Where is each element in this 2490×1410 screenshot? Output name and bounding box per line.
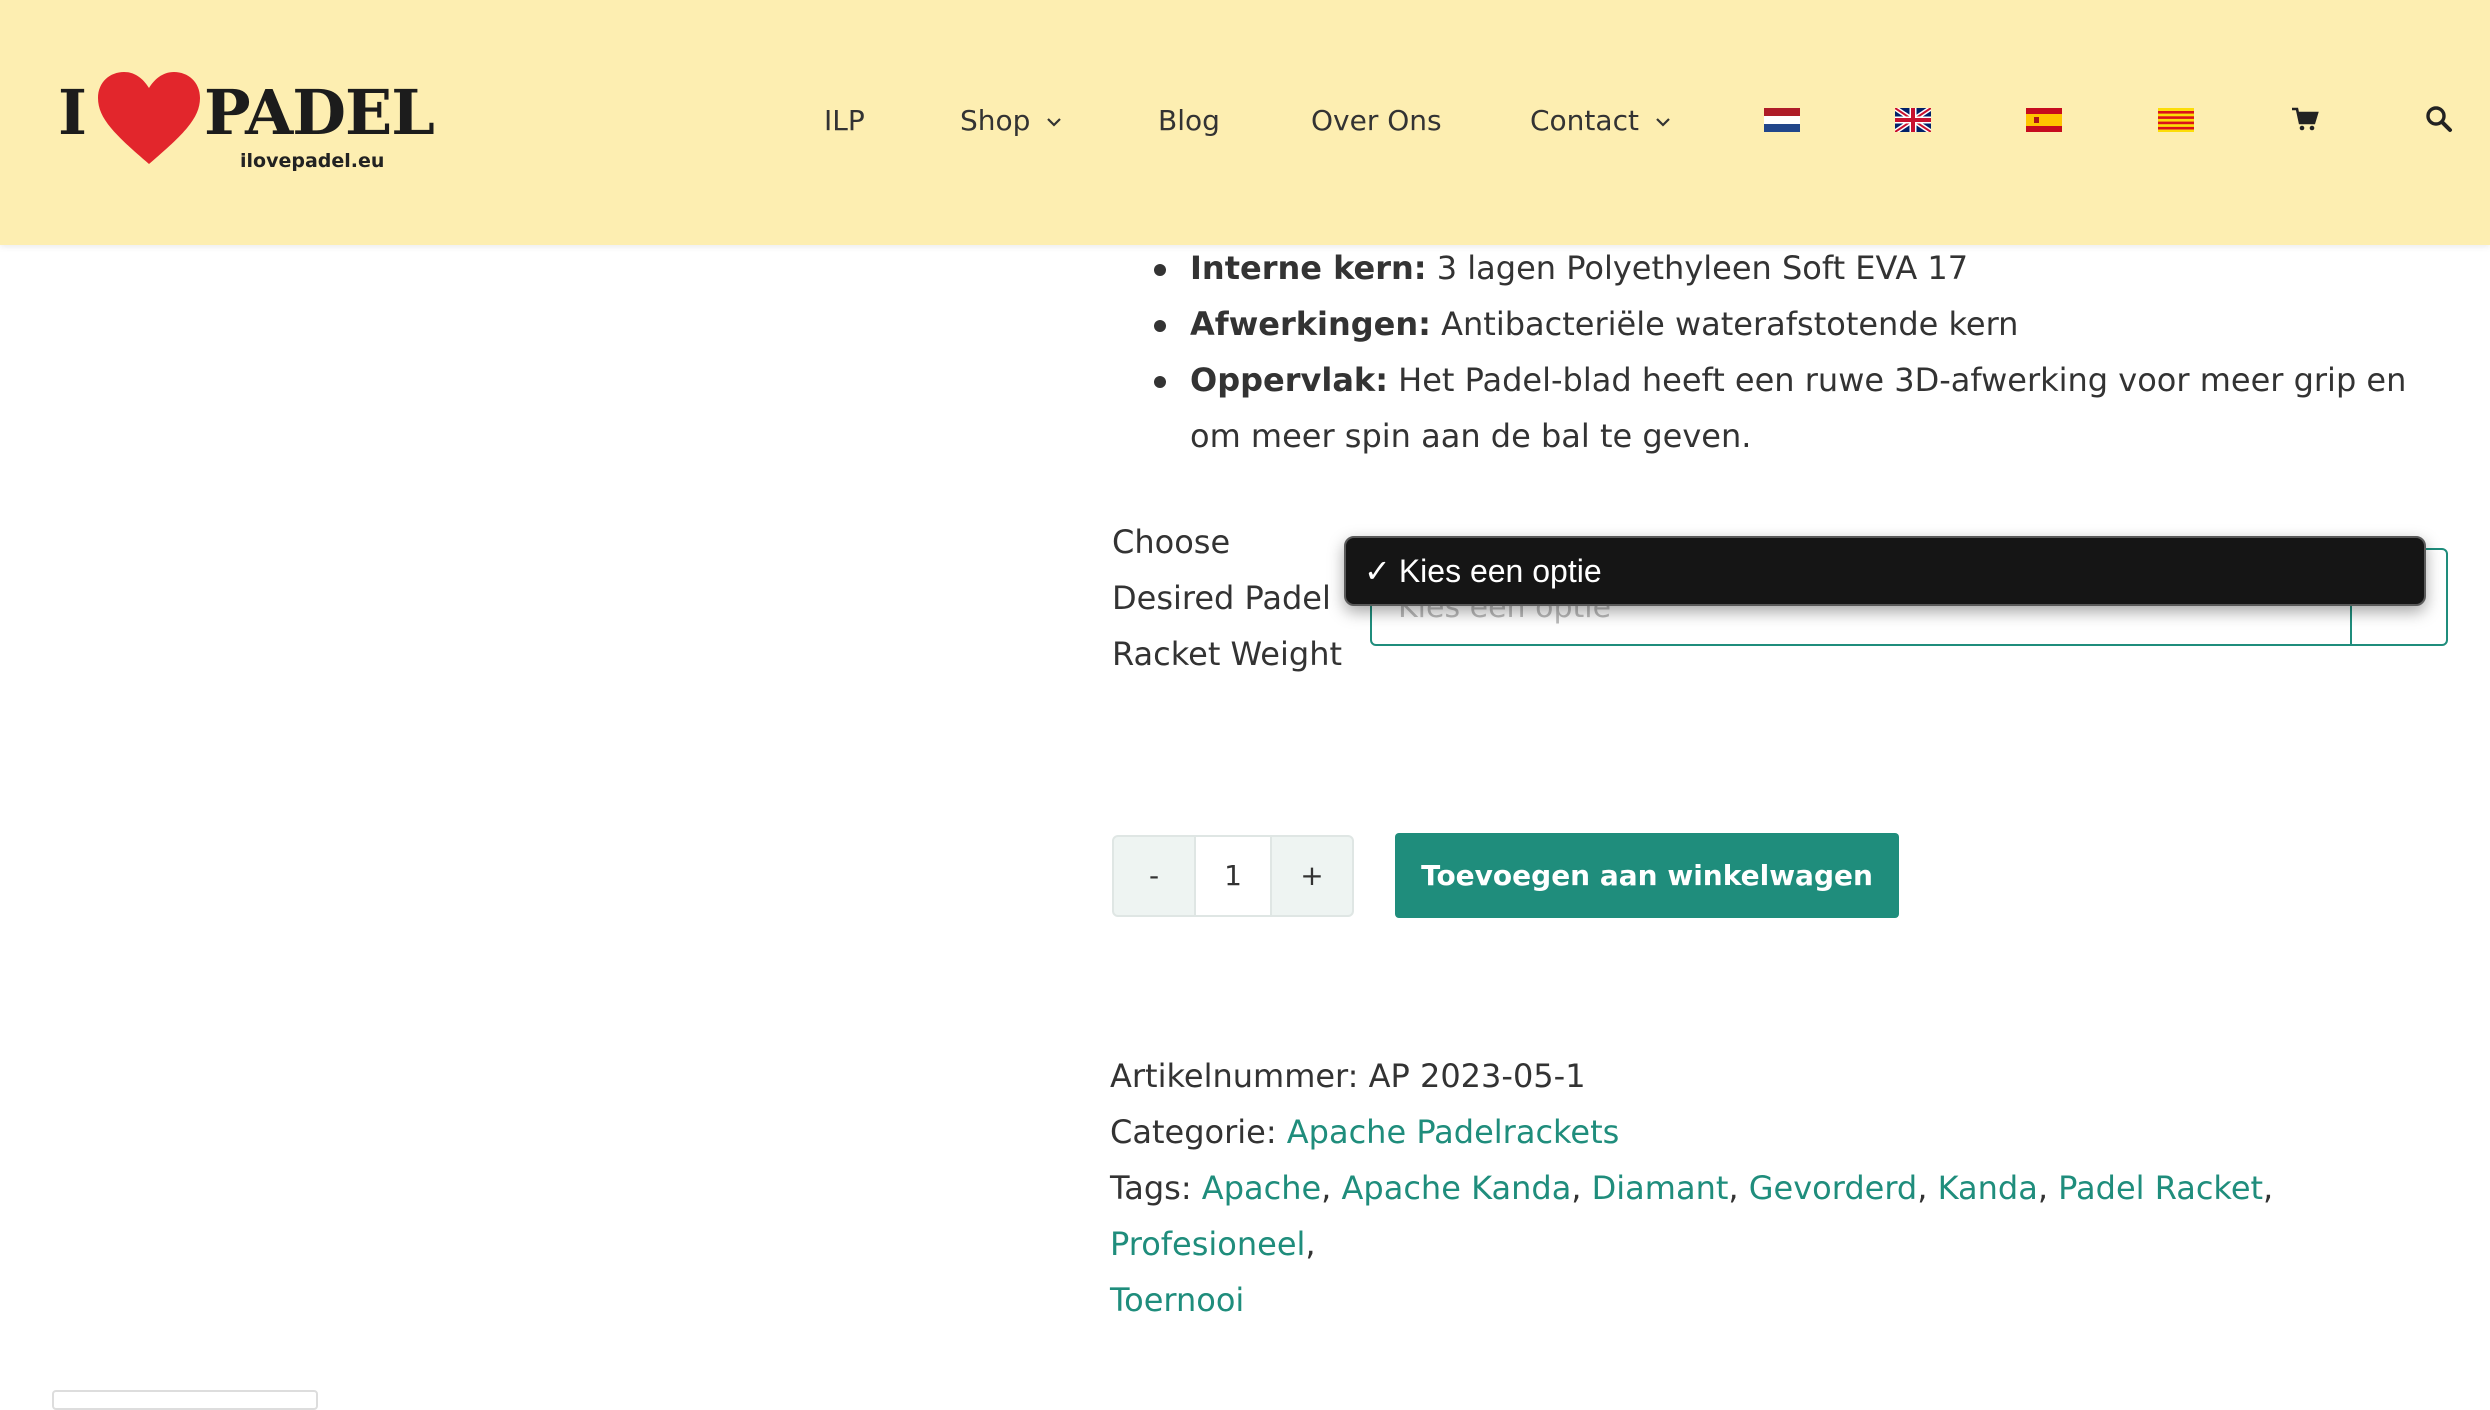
list-item: Oppervlak: Het Padel-blad heeft een ruwe… <box>1150 352 2450 464</box>
nav-item-over-ons[interactable]: Over Ons <box>1311 96 1442 146</box>
spec-label: Afwerkingen: <box>1190 305 1431 343</box>
tag-link[interactable]: Kanda <box>1938 1169 2038 1207</box>
search-icon[interactable] <box>2424 104 2454 134</box>
checkmark-icon: ✓ <box>1364 553 1391 589</box>
sku-value: AP 2023-05-1 <box>1368 1057 1586 1095</box>
nav-label: Contact <box>1530 104 1639 137</box>
quantity-increase-button[interactable]: + <box>1272 837 1352 915</box>
site-header: I PADEL ilovepadel.eu ILP Shop Blog Over… <box>0 0 2490 245</box>
nav-item-contact[interactable]: Contact <box>1530 96 1671 146</box>
tag-link[interactable]: Diamant <box>1592 1169 1729 1207</box>
quantity-stepper: - 1 + <box>1112 835 1354 917</box>
select-dropdown-option[interactable]: ✓ Kies een optie <box>1344 536 2426 606</box>
bottom-tab-edge <box>52 1390 318 1410</box>
tag-link[interactable]: Toernooi <box>1110 1281 1244 1319</box>
cart-icon[interactable] <box>2290 104 2320 134</box>
nav-label: Shop <box>960 104 1031 137</box>
option-label: Kies een optie <box>1398 553 1602 589</box>
chevron-down-icon <box>1047 118 1062 127</box>
spec-value: 3 lagen Polyethyleen Soft EVA 17 <box>1426 249 1969 287</box>
tag-link[interactable]: Profesioneel <box>1110 1225 1305 1263</box>
quantity-input[interactable]: 1 <box>1194 837 1272 915</box>
list-item: Afwerkingen: Antibacteriële waterafstote… <box>1150 296 2450 352</box>
tag-link[interactable]: Gevorderd <box>1749 1169 1918 1207</box>
quantity-decrease-button[interactable]: - <box>1114 837 1194 915</box>
category-label: Categorie: <box>1110 1113 1277 1151</box>
bullet-dot <box>1154 376 1166 388</box>
tag-link[interactable]: Apache <box>1202 1169 1321 1207</box>
spain-flag[interactable] <box>2026 108 2062 132</box>
weight-select-label: Choose Desired Padel Racket Weight <box>1112 523 1343 673</box>
nav-label: ILP <box>824 104 865 137</box>
spec-value: Antibacteriële waterafstotende kern <box>1430 305 2019 343</box>
sku-label: Artikelnummer: <box>1110 1057 1359 1095</box>
category-link[interactable]: Apache Padelrackets <box>1287 1113 1620 1151</box>
uk-flag[interactable] <box>1895 108 1931 132</box>
spec-label: Oppervlak: <box>1190 361 1388 399</box>
bullet-dot <box>1154 320 1166 332</box>
catalonia-flag[interactable] <box>2158 108 2194 132</box>
add-to-cart-button[interactable]: Toevoegen aan winkelwagen <box>1395 833 1899 918</box>
logo-domain: ilovepadel.eu <box>240 150 385 172</box>
list-item: Interne kern: 3 lagen Polyethyleen Soft … <box>1150 240 2450 296</box>
nav-item-blog[interactable]: Blog <box>1158 96 1220 146</box>
tags-label: Tags: <box>1110 1169 1192 1207</box>
nav-label: Over Ons <box>1311 104 1442 137</box>
tags-line: Tags: Apache, Apache Kanda, Diamant, Gev… <box>1110 1169 2274 1319</box>
chevron-down-icon <box>1656 118 1670 127</box>
bullet-dot <box>1154 264 1166 276</box>
spec-label: Interne kern: <box>1190 249 1427 287</box>
product-specs-list: Interne kern: 3 lagen Polyethyleen Soft … <box>1150 240 2450 464</box>
nav-label: Blog <box>1158 104 1220 137</box>
tag-link[interactable]: Apache Kanda <box>1342 1169 1572 1207</box>
nav-item-ilp[interactable]: ILP <box>824 96 865 146</box>
sku-line: Artikelnummer: AP 2023-05-1 <box>1110 1048 2460 1104</box>
nav-item-shop[interactable]: Shop <box>960 96 1062 146</box>
netherlands-flag[interactable] <box>1764 108 1800 132</box>
category-line: Categorie: Apache Padelrackets <box>1110 1104 2460 1160</box>
tag-link[interactable]: Padel Racket <box>2058 1169 2263 1207</box>
main-nav: ILP Shop Blog Over Ons Contact <box>0 96 2490 146</box>
product-meta: Artikelnummer: AP 2023-05-1 Categorie: A… <box>1110 1048 2460 1328</box>
